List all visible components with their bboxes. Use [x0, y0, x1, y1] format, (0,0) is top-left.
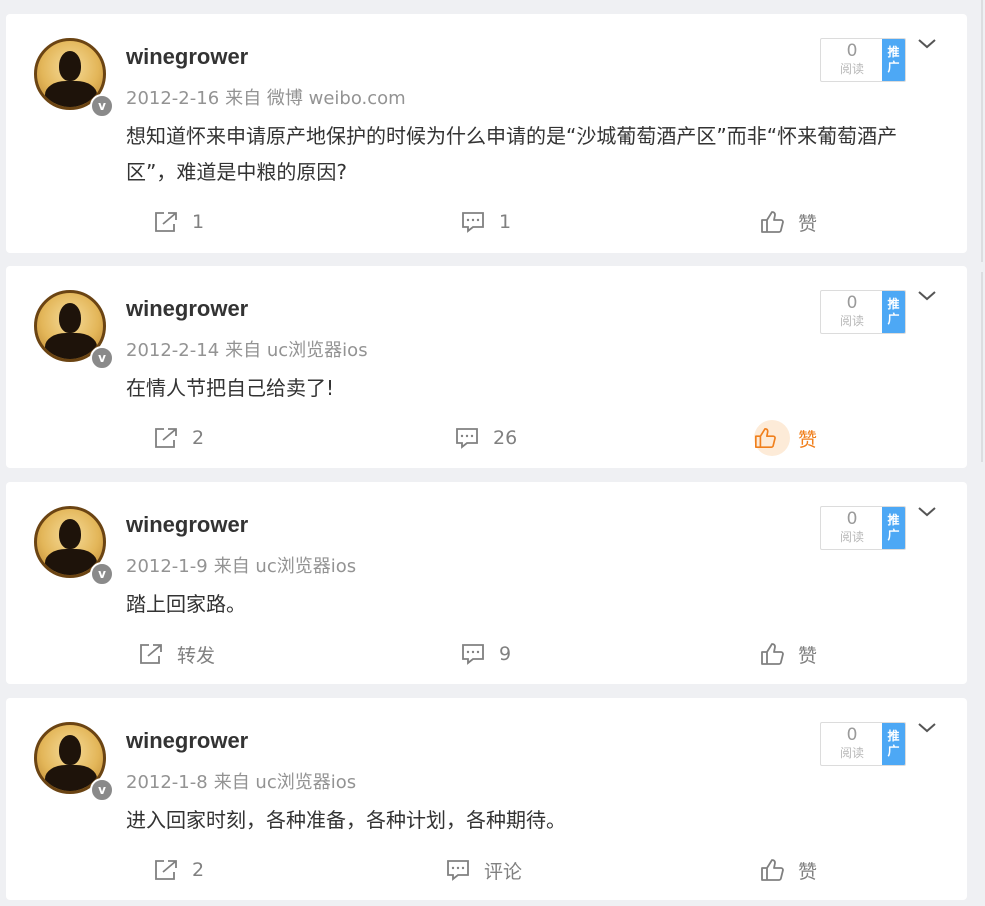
action-bar: 2 评论 赞	[6, 855, 967, 885]
post-source: 来自 uc浏览器ios	[225, 340, 368, 361]
post-text: 进入回家时刻，各种准备，各种计划，各种期待。	[126, 808, 566, 832]
post-source: 来自 微博 weibo.com	[225, 88, 406, 109]
like-button[interactable]: 赞	[760, 639, 817, 669]
post-date[interactable]: 2012-2-14	[126, 340, 219, 361]
like-label: 赞	[798, 644, 818, 667]
like-label: 赞	[798, 428, 818, 451]
repost-button[interactable]: 2	[154, 855, 204, 885]
post-date[interactable]: 2012-1-9	[126, 556, 208, 577]
post-card: v winegrower 2012-1-8 来自 uc浏览器ios 进入回家时刻，…	[6, 698, 967, 900]
username[interactable]: winegrower	[126, 296, 248, 322]
post-meta: 2012-2-16 来自 微博 weibo.com	[126, 84, 412, 110]
post-text: 踏上回家路。	[126, 592, 246, 616]
repost-count: 1	[192, 211, 205, 233]
comment-icon	[462, 644, 484, 665]
post-card: v winegrower 2012-2-14 来自 uc浏览器ios 在情人节把自…	[6, 266, 967, 468]
verified-badge-icon: v	[90, 562, 114, 586]
post-card: v winegrower 2012-2-16 来自 微博 weibo.com 想知…	[6, 14, 967, 253]
thumbs-up-icon	[761, 859, 784, 881]
chevron-down-icon[interactable]	[916, 504, 938, 520]
post-source: 来自 uc浏览器ios	[213, 772, 357, 793]
thumbs-up-icon	[761, 643, 784, 665]
like-label: 赞	[798, 860, 818, 883]
action-bar: 转发 9 赞	[6, 639, 967, 669]
read-label: 阅读	[839, 62, 864, 76]
comment-icon	[447, 860, 469, 881]
post-card: v winegrower 2012-1-9 来自 uc浏览器ios 踏上回家路。 …	[6, 482, 967, 684]
post-date[interactable]: 2012-2-16	[126, 88, 219, 109]
username[interactable]: winegrower	[126, 512, 248, 538]
post-source: 来自 uc浏览器ios	[213, 556, 357, 577]
thumbs-up-icon	[755, 428, 776, 448]
sidebar-divider	[981, 272, 983, 462]
thumbs-up-icon	[761, 211, 784, 233]
repost-button[interactable]: 1	[154, 207, 204, 237]
like-label: 赞	[798, 212, 818, 235]
comment-count: 1	[499, 211, 512, 233]
read-count: 0	[846, 725, 858, 745]
promote-button[interactable]: 推广	[882, 507, 905, 549]
repost-count: 2	[192, 859, 205, 881]
read-count: 0	[846, 509, 858, 529]
chevron-down-icon[interactable]	[916, 288, 938, 304]
read-count-box: 0 阅读 推广	[820, 506, 906, 550]
repost-button[interactable]: 2	[154, 423, 204, 453]
post-text: 想知道怀来申请原产地保护的时候为什么申请的是“沙城葡萄酒产区”而非“怀来葡萄酒产…	[126, 124, 898, 184]
like-highlight	[754, 420, 790, 456]
sidebar-divider	[981, 0, 983, 262]
like-button[interactable]: 赞	[760, 207, 817, 237]
verified-badge-icon: v	[90, 346, 114, 370]
comment-icon	[456, 428, 478, 449]
chevron-down-icon[interactable]	[916, 36, 938, 52]
comment-label: 评论	[484, 860, 523, 883]
repost-count: 2	[192, 427, 205, 449]
share-icon	[155, 428, 177, 448]
action-bar: 2 26 赞	[6, 420, 967, 456]
chevron-down-icon[interactable]	[916, 720, 938, 736]
post-meta: 2012-1-9 来自 uc浏览器ios	[126, 552, 362, 578]
action-bar: 1 1 赞	[6, 207, 967, 237]
username[interactable]: winegrower	[126, 44, 248, 70]
verified-badge-icon: v	[90, 94, 114, 118]
read-count-box: 0 阅读 推广	[820, 290, 906, 334]
like-button[interactable]: 赞	[760, 855, 817, 885]
read-count-box: 0 阅读 推广	[820, 722, 906, 766]
comment-button[interactable]: 9	[461, 639, 511, 669]
read-count: 0	[846, 293, 858, 313]
read-count-box: 0 阅读 推广	[820, 38, 906, 82]
read-label: 阅读	[839, 746, 864, 760]
comment-icon	[462, 212, 484, 233]
username[interactable]: winegrower	[126, 728, 248, 754]
comment-button[interactable]: 26	[455, 423, 517, 453]
share-icon	[140, 644, 162, 664]
comment-count: 9	[499, 643, 512, 665]
repost-button[interactable]: 转发	[139, 639, 215, 669]
comment-button[interactable]: 评论	[446, 855, 522, 885]
verified-badge-icon: v	[90, 778, 114, 802]
comment-button[interactable]: 1	[461, 207, 511, 237]
like-button[interactable]: 赞	[754, 420, 818, 456]
promote-button[interactable]: 推广	[882, 723, 905, 765]
repost-label: 转发	[177, 644, 216, 667]
promote-button[interactable]: 推广	[882, 39, 905, 81]
post-text: 在情人节把自己给卖了!	[126, 376, 335, 400]
share-icon	[155, 860, 177, 880]
post-meta: 2012-2-14 来自 uc浏览器ios	[126, 336, 374, 362]
promote-button[interactable]: 推广	[882, 291, 905, 333]
share-icon	[155, 212, 177, 232]
read-label: 阅读	[839, 314, 864, 328]
post-date[interactable]: 2012-1-8	[126, 772, 208, 793]
comment-count: 26	[493, 427, 518, 449]
read-label: 阅读	[839, 530, 864, 544]
post-meta: 2012-1-8 来自 uc浏览器ios	[126, 768, 362, 794]
read-count: 0	[846, 41, 858, 61]
